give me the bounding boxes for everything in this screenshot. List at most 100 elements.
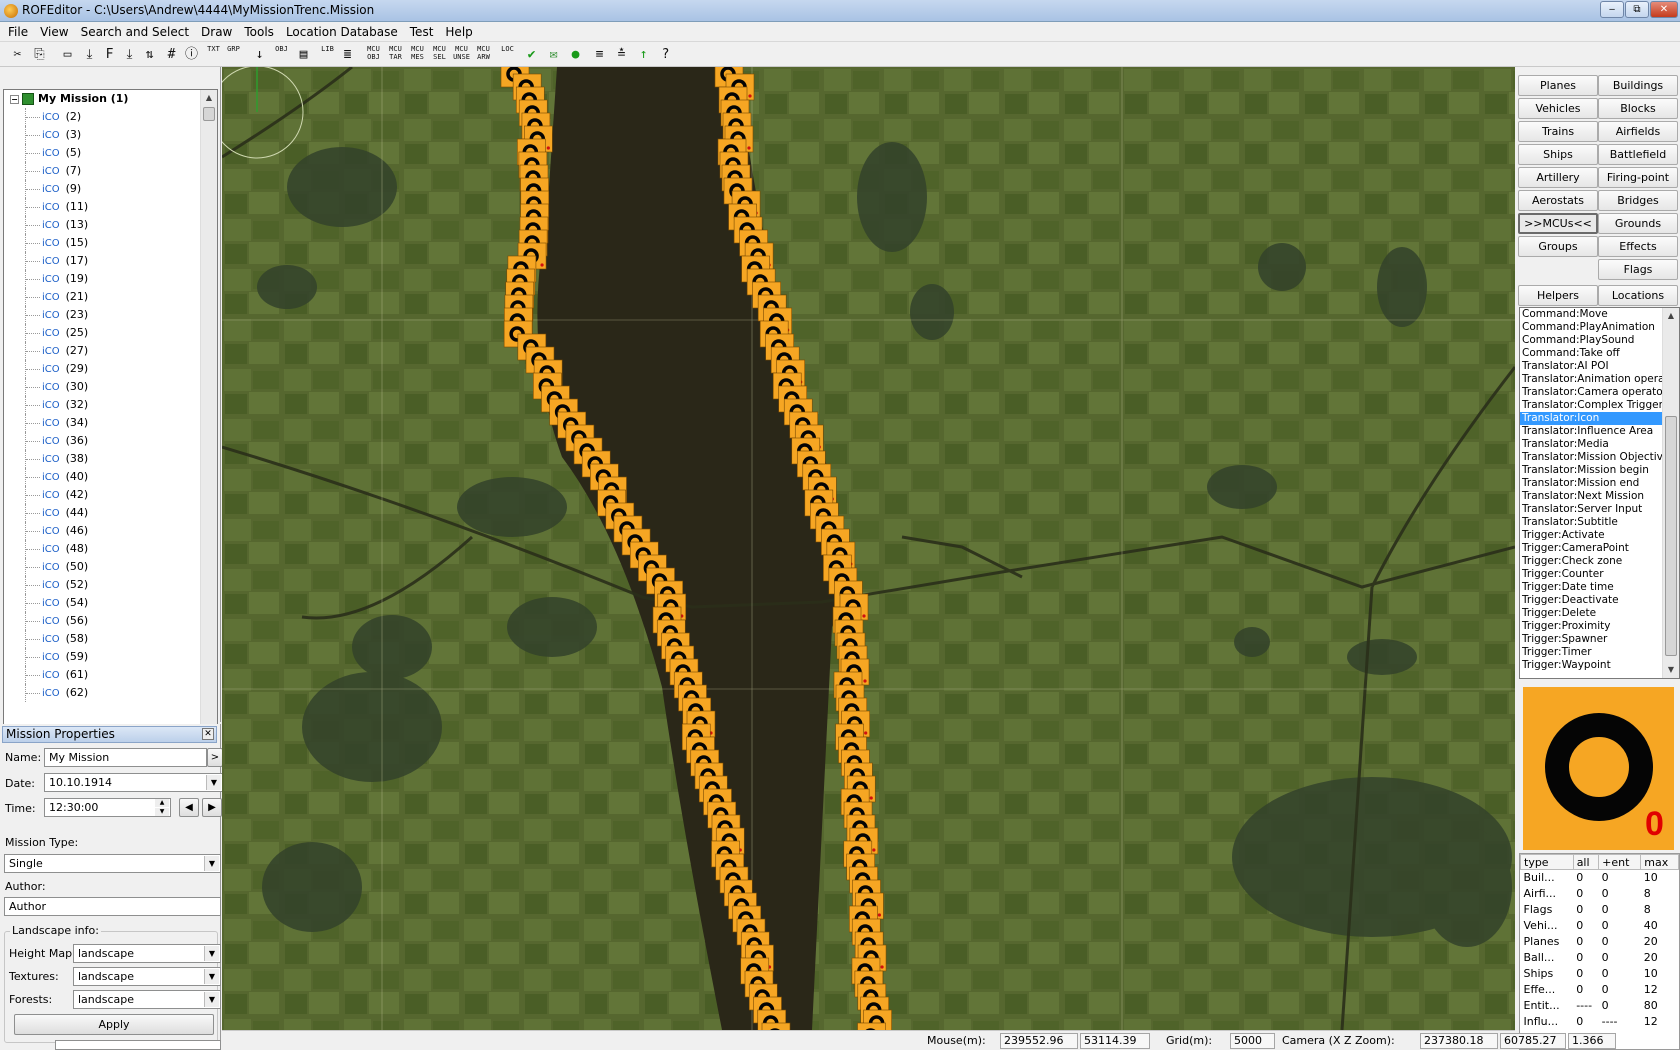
mcu-list-scrollbar[interactable]: ▲ ▼ [1662, 308, 1679, 678]
map-canvas[interactable] [222, 67, 1515, 1030]
menu-test[interactable]: Test [404, 22, 440, 40]
category-button-firing-point[interactable]: Firing-point [1598, 167, 1678, 188]
stats-column-header[interactable]: +ent [1598, 854, 1642, 870]
extra-field[interactable] [55, 1040, 221, 1050]
category-button-ships[interactable]: Ships [1518, 144, 1598, 165]
forests-select[interactable]: landscape ▼ [73, 990, 221, 1009]
tree-item[interactable]: iCO (29) [4, 360, 202, 378]
font-icon[interactable]: F [100, 45, 119, 64]
stats-column-header[interactable]: type [1520, 854, 1574, 870]
time-field[interactable]: 12:30:00 ▲ ▼ [44, 798, 171, 817]
tree-item[interactable]: iCO (50) [4, 558, 202, 576]
time-next-button[interactable]: ▶ [202, 798, 222, 817]
tree-item[interactable]: iCO (3) [4, 126, 202, 144]
mcu-list-item[interactable]: Translator:Server Input [1520, 503, 1679, 516]
tree-item[interactable]: iCO (40) [4, 468, 202, 486]
tree-item[interactable]: iCO (21) [4, 288, 202, 306]
category-button-effects[interactable]: Effects [1598, 236, 1678, 257]
category-button-locations[interactable]: Locations [1598, 285, 1678, 306]
tree-item[interactable]: iCO (62) [4, 684, 202, 702]
tree-item[interactable]: iCO (52) [4, 576, 202, 594]
lib-icon[interactable]: LIB [318, 45, 337, 64]
category-button-mcus[interactable]: >>MCUs<< [1518, 213, 1598, 234]
category-button-artillery[interactable]: Artillery [1518, 167, 1598, 188]
close-button[interactable]: ✕ [1650, 1, 1678, 18]
scroll-up-icon[interactable]: ▲ [1663, 308, 1679, 324]
name-edit-button[interactable]: > [207, 748, 223, 767]
time-prev-button[interactable]: ◀ [179, 798, 199, 817]
mcu-list-item[interactable]: Trigger:CameraPoint [1520, 542, 1679, 555]
mcu-list-item[interactable]: Trigger:Delete [1520, 607, 1679, 620]
grid-icon[interactable]: # [162, 45, 181, 64]
mcu-list-item[interactable]: Trigger:Check zone [1520, 555, 1679, 568]
category-button-helpers[interactable]: Helpers [1518, 285, 1598, 306]
chevron-down-icon[interactable]: ▼ [204, 992, 219, 1007]
mcu-list-item[interactable]: Command:Move [1520, 308, 1679, 321]
mcu-list-item[interactable]: Translator:Camera operator [1520, 386, 1679, 399]
tree-item[interactable]: iCO (32) [4, 396, 202, 414]
stats-column-header[interactable]: all [1572, 854, 1600, 870]
layers-icon[interactable]: ≣ [338, 45, 357, 64]
height-map-select[interactable]: landscape ▼ [73, 944, 221, 963]
mcu-list-item[interactable]: Command:PlayAnimation [1520, 321, 1679, 334]
grp-obj-icon[interactable]: GRP [224, 45, 243, 64]
mcu-sel-icon[interactable]: MCU SEL [430, 45, 449, 64]
import-icon[interactable]: ⤓ [80, 45, 99, 64]
info-icon[interactable]: ⓘ [182, 45, 201, 64]
menu-file[interactable]: File [0, 22, 34, 40]
category-button-vehicles[interactable]: Vehicles [1518, 98, 1598, 119]
mcu-list-item[interactable]: Translator:Subtitle [1520, 516, 1679, 529]
mcu-list-item[interactable]: Trigger:Spawner [1520, 633, 1679, 646]
text-obj-icon[interactable]: TXT [204, 45, 223, 64]
align-icon[interactable]: ≡ [590, 45, 609, 64]
category-button-grounds[interactable]: Grounds [1598, 213, 1678, 234]
target-icon-marker[interactable] [761, 1022, 791, 1030]
tree-item[interactable]: iCO (30) [4, 378, 202, 396]
mcu-list-item[interactable]: Translator:Media [1520, 438, 1679, 451]
tree-item[interactable]: iCO (59) [4, 648, 202, 666]
textures-select[interactable]: landscape ▼ [73, 967, 221, 986]
mcu-tar-icon[interactable]: MCU TAR [386, 45, 405, 64]
obj-fnt-icon[interactable]: OBJ [272, 45, 291, 64]
tree-item[interactable]: iCO (44) [4, 504, 202, 522]
tree-item[interactable]: iCO (36) [4, 432, 202, 450]
cut-icon[interactable]: ✂ [8, 45, 27, 64]
tree-item[interactable]: iCO (42) [4, 486, 202, 504]
date-field[interactable]: 10.10.1914 ▼ [44, 773, 223, 792]
category-button-airfields[interactable]: Airfields [1598, 121, 1678, 142]
chevron-down-icon[interactable]: ▼ [204, 856, 219, 871]
help-icon[interactable]: ? [656, 45, 675, 64]
chevron-down-icon[interactable]: ▼ [204, 969, 219, 984]
category-button-trains[interactable]: Trains [1518, 121, 1598, 142]
mcu-list-item[interactable]: Translator:Mission Objective [1520, 451, 1679, 464]
category-button-battlefield[interactable]: Battlefield [1598, 144, 1678, 165]
ruler-icon[interactable]: ▭ [58, 45, 77, 64]
menu-help[interactable]: Help [439, 22, 478, 40]
tree-item[interactable]: iCO (46) [4, 522, 202, 540]
sort-icon[interactable]: ⇅ [140, 45, 159, 64]
scroll-thumb[interactable] [1665, 416, 1677, 656]
maximize-button[interactable]: ⧉ [1625, 1, 1649, 18]
mcu-list[interactable]: Command:Move Command:PlayAnimation Command… [1519, 307, 1680, 679]
arrow-up-icon[interactable]: ↑ [634, 45, 653, 64]
category-button-blocks[interactable]: Blocks [1598, 98, 1678, 119]
tree-item[interactable]: iCO (13) [4, 216, 202, 234]
category-button-planes[interactable]: Planes [1518, 75, 1598, 96]
mcu-list-item[interactable]: Command:Take off [1520, 347, 1679, 360]
tree-item[interactable]: iCO (5) [4, 144, 202, 162]
tree-item[interactable]: iCO (15) [4, 234, 202, 252]
author-field[interactable]: Author [4, 897, 221, 916]
mcu-list-item[interactable]: Translator:AI POI [1520, 360, 1679, 373]
chevron-down-icon[interactable]: ▼ [206, 775, 221, 790]
collapse-icon[interactable]: − [10, 94, 19, 104]
menu-view[interactable]: View [34, 22, 74, 40]
category-button-buildings[interactable]: Buildings [1598, 75, 1678, 96]
tree-item[interactable]: iCO (17) [4, 252, 202, 270]
mcu-list-item[interactable]: Translator:Icon [1520, 412, 1679, 425]
tree-item[interactable]: iCO (2) [4, 108, 202, 126]
tree-item[interactable]: iCO (27) [4, 342, 202, 360]
tree-item[interactable]: iCO (58) [4, 630, 202, 648]
mcu-list-item[interactable]: Trigger:Date time [1520, 581, 1679, 594]
marker-icon[interactable]: ↓ [250, 45, 269, 64]
mcu-list-item[interactable]: Translator:Complex Trigger [1520, 399, 1679, 412]
